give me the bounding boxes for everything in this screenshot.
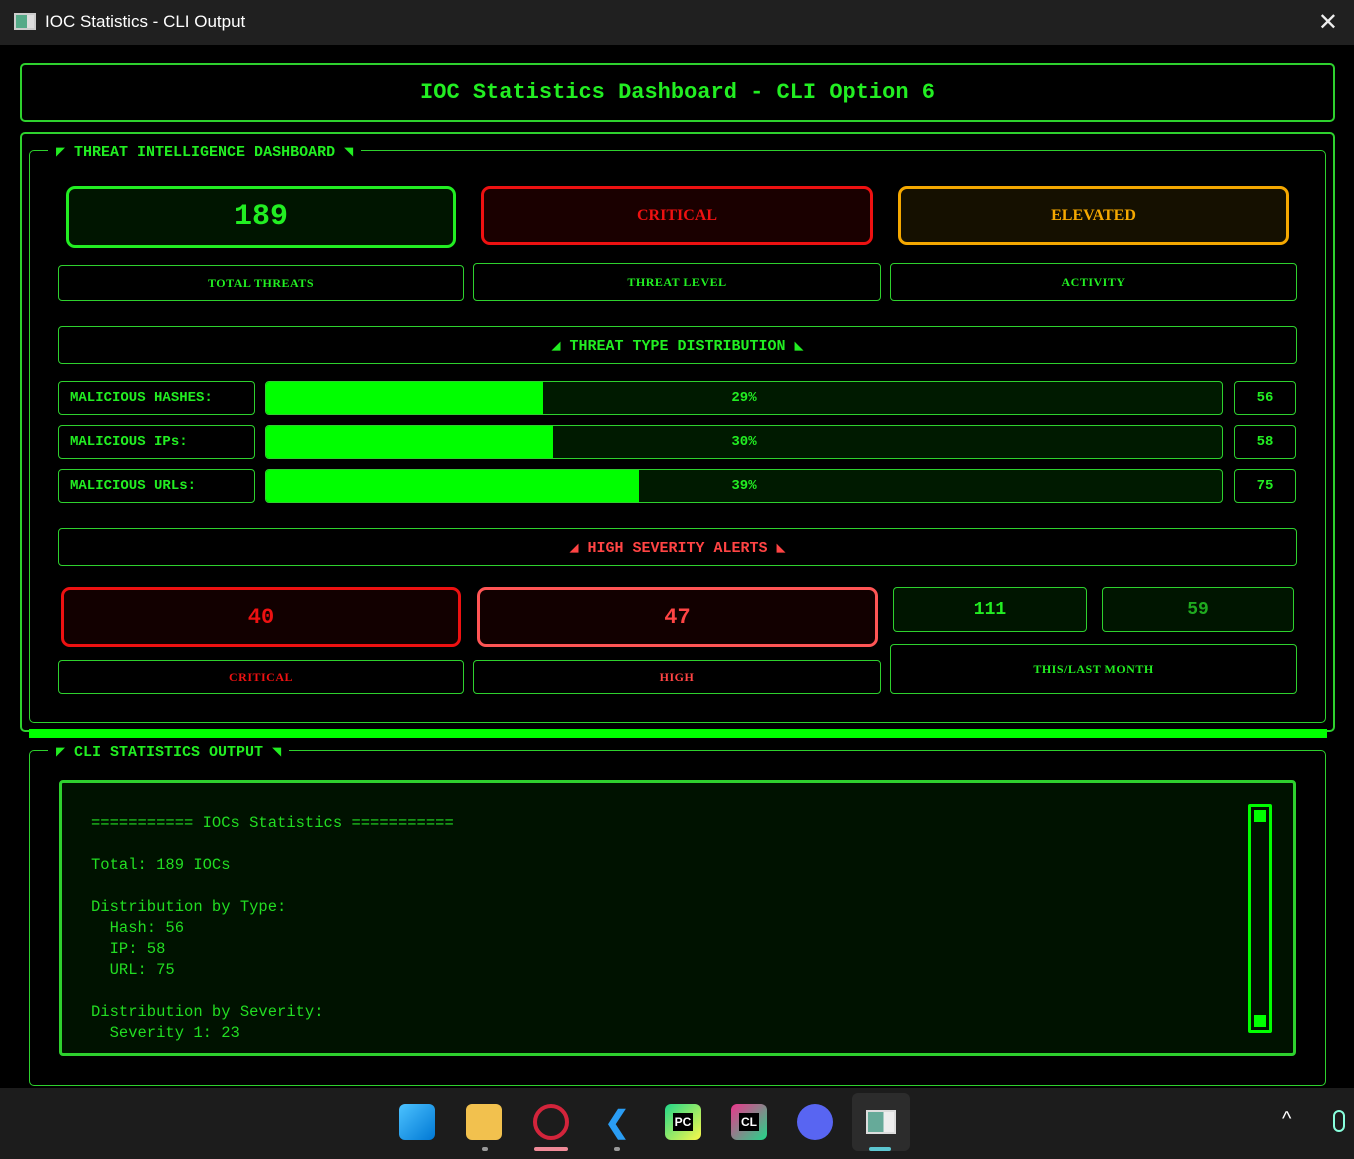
- app-icon: [14, 13, 36, 30]
- distribution-label: MALICIOUS IPs:: [58, 425, 255, 459]
- distribution-percent: 30%: [731, 434, 757, 450]
- active-indicator: [869, 1147, 891, 1151]
- discord-icon[interactable]: [797, 1104, 833, 1140]
- header-box: IOC Statistics Dashboard - CLI Option 6: [20, 63, 1335, 122]
- window-title: IOC Statistics - CLI Output: [45, 12, 246, 31]
- opera-icon[interactable]: [533, 1104, 569, 1140]
- cli-output-text: =========== IOCs Statistics =========== …: [91, 814, 454, 1042]
- threat-level-value: CRITICAL: [481, 186, 873, 245]
- scroll-up-button[interactable]: [1254, 810, 1266, 822]
- threat-level-label: THREAT LEVEL: [473, 263, 881, 301]
- distribution-bar: 39%: [265, 469, 1223, 503]
- distribution-count: 75: [1234, 469, 1296, 503]
- last-month-value: 59: [1102, 587, 1294, 632]
- total-threats-label: TOTAL THREATS: [58, 265, 464, 301]
- pycharm-icon[interactable]: PC: [665, 1104, 701, 1140]
- distribution-count: 56: [1234, 381, 1296, 415]
- vscode-indicator: [614, 1147, 620, 1151]
- ioc-statistics-taskbar-icon[interactable]: [852, 1093, 910, 1151]
- alerts-title: ◢ HIGH SEVERITY ALERTS ◣: [58, 528, 1297, 566]
- scroll-down-button[interactable]: [1254, 1015, 1266, 1027]
- taskbar: ❮ PC CL ^: [0, 1088, 1354, 1159]
- clion-icon[interactable]: CL: [731, 1104, 767, 1140]
- vscode-icon[interactable]: ❮: [599, 1104, 635, 1140]
- activity-value: ELEVATED: [898, 186, 1289, 245]
- this-month-value: 111: [893, 587, 1087, 632]
- distribution-bar: 29%: [265, 381, 1223, 415]
- microphone-icon[interactable]: [1333, 1110, 1345, 1132]
- high-alerts-value: 47: [477, 587, 878, 647]
- tray-chevron-icon[interactable]: ^: [1282, 1108, 1291, 1131]
- explorer-indicator: [482, 1147, 488, 1151]
- distribution-count: 58: [1234, 425, 1296, 459]
- distribution-label: MALICIOUS URLs:: [58, 469, 255, 503]
- total-threats-value: 189: [66, 186, 456, 248]
- critical-label: CRITICAL: [58, 660, 464, 694]
- file-explorer-icon[interactable]: [466, 1104, 502, 1140]
- dashboard-legend: ◤ THREAT INTELLIGENCE DASHBOARD ◥: [48, 142, 362, 161]
- distribution-title: ◢ THREAT TYPE DISTRIBUTION ◣: [58, 326, 1297, 364]
- activity-label: ACTIVITY: [890, 263, 1297, 301]
- month-label: THIS/LAST MONTH: [890, 644, 1297, 694]
- cli-output-console[interactable]: =========== IOCs Statistics =========== …: [59, 780, 1296, 1056]
- opera-indicator: [534, 1147, 568, 1151]
- section-divider: [29, 729, 1327, 738]
- distribution-label: MALICIOUS HASHES:: [58, 381, 255, 415]
- scrollbar[interactable]: [1248, 804, 1272, 1033]
- critical-alerts-value: 40: [61, 587, 461, 647]
- title-bar: IOC Statistics - CLI Output ✕: [0, 0, 1354, 45]
- page-title: IOC Statistics Dashboard - CLI Option 6: [420, 80, 935, 105]
- high-label: HIGH: [473, 660, 881, 694]
- cli-legend: ◤ CLI STATISTICS OUTPUT ◥: [48, 742, 290, 761]
- close-button[interactable]: ✕: [1318, 8, 1338, 37]
- distribution-bar: 30%: [265, 425, 1223, 459]
- distribution-percent: 29%: [731, 390, 757, 406]
- distribution-percent: 39%: [731, 478, 757, 494]
- start-icon[interactable]: [399, 1104, 435, 1140]
